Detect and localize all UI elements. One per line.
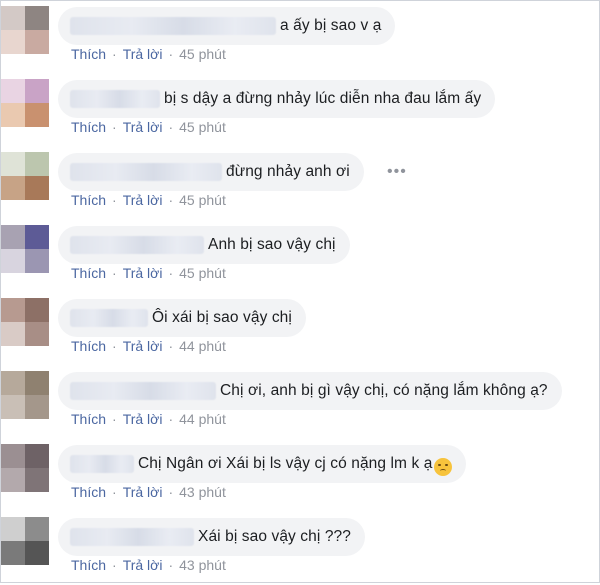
avatar[interactable] bbox=[1, 79, 49, 127]
timestamp[interactable]: 45 phút bbox=[179, 265, 226, 281]
reply-link[interactable]: Trả lời bbox=[123, 484, 163, 500]
comment-text: Xái bị sao vậy chị ??? bbox=[198, 528, 351, 545]
avatar[interactable] bbox=[1, 6, 49, 54]
reply-link[interactable]: Trả lời bbox=[123, 46, 163, 62]
reply-link[interactable]: Trả lời bbox=[123, 338, 163, 354]
comment-bubble: Ôi xái bị sao vậy chị bbox=[58, 299, 306, 337]
comment-actions: Thích · Trả lời · 45 phút bbox=[71, 46, 226, 62]
separator-dot: · bbox=[168, 484, 174, 500]
separator-dot: · bbox=[168, 338, 174, 354]
separator-dot: · bbox=[168, 192, 174, 208]
like-link[interactable]: Thích bbox=[71, 46, 106, 62]
avatar[interactable] bbox=[1, 517, 49, 565]
author-name-blurred[interactable] bbox=[70, 163, 222, 181]
timestamp[interactable]: 43 phút bbox=[179, 557, 226, 573]
like-link[interactable]: Thích bbox=[71, 484, 106, 500]
author-name-blurred[interactable] bbox=[70, 90, 160, 108]
author-name-blurred[interactable] bbox=[70, 236, 204, 254]
author-name-blurred[interactable] bbox=[70, 309, 148, 327]
author-name-blurred[interactable] bbox=[70, 455, 134, 473]
comment-bubble: a ấy bị sao v ạ bbox=[58, 7, 396, 45]
comment-text: Ôi xái bị sao vậy chị bbox=[152, 309, 292, 326]
comment-actions: Thích · Trả lời · 45 phút bbox=[71, 265, 226, 281]
separator-dot: · bbox=[168, 265, 174, 281]
reply-link[interactable]: Trả lời bbox=[123, 119, 163, 135]
comment-item: Chị Ngân ơi Xái bị ls vậy cj có nặng lm … bbox=[1, 439, 600, 512]
author-name-blurred[interactable] bbox=[70, 382, 216, 400]
comment-bubble: Anh bị sao vậy chị bbox=[58, 226, 350, 264]
comment-text: đừng nhảy anh ơi bbox=[226, 163, 350, 180]
reply-link[interactable]: Trả lời bbox=[123, 192, 163, 208]
separator-dot: · bbox=[168, 119, 174, 135]
like-link[interactable]: Thích bbox=[71, 338, 106, 354]
avatar[interactable] bbox=[1, 444, 49, 492]
comment-item: đừng nhảy anh ơi ••• Thích · Trả lời · 4… bbox=[1, 147, 600, 220]
timestamp[interactable]: 45 phút bbox=[179, 192, 226, 208]
reply-link[interactable]: Trả lời bbox=[123, 411, 163, 427]
comment-bubble: Chị ơi, anh bị gì vậy chị, có nặng lắm k… bbox=[58, 372, 562, 410]
comment-actions: Thích · Trả lời · 44 phút bbox=[71, 338, 226, 354]
comment-item: Xái bị sao vậy chị ??? Thích · Trả lời ·… bbox=[1, 512, 600, 585]
timestamp[interactable]: 45 phút bbox=[179, 119, 226, 135]
avatar[interactable] bbox=[1, 152, 49, 200]
comment-item: a ấy bị sao v ạ Thích · Trả lời · 45 phú… bbox=[1, 1, 600, 74]
reply-link[interactable]: Trả lời bbox=[123, 557, 163, 573]
comment-actions: Thích · Trả lời · 44 phút bbox=[71, 411, 226, 427]
comment-item: bị s dậy a đừng nhảy lúc diễn nha đau lắ… bbox=[1, 74, 600, 147]
like-link[interactable]: Thích bbox=[71, 265, 106, 281]
separator-dot: · bbox=[112, 192, 117, 208]
separator-dot: · bbox=[112, 411, 117, 427]
disappointed-face-emoji bbox=[434, 458, 453, 476]
comment-text: Chị ơi, anh bị gì vậy chị, có nặng lắm k… bbox=[220, 382, 548, 399]
separator-dot: · bbox=[168, 46, 174, 62]
separator-dot: · bbox=[168, 411, 174, 427]
timestamp[interactable]: 45 phút bbox=[179, 46, 226, 62]
separator-dot: · bbox=[112, 46, 117, 62]
avatar[interactable] bbox=[1, 371, 49, 419]
timestamp[interactable]: 44 phút bbox=[179, 338, 226, 354]
ellipsis-horizontal-icon[interactable]: ••• bbox=[387, 163, 407, 181]
like-link[interactable]: Thích bbox=[71, 411, 106, 427]
like-link[interactable]: Thích bbox=[71, 192, 106, 208]
comment-text: bị s dậy a đừng nhảy lúc diễn nha đau lắ… bbox=[164, 90, 482, 107]
timestamp[interactable]: 43 phút bbox=[179, 484, 226, 500]
comment-bubble: bị s dậy a đừng nhảy lúc diễn nha đau lắ… bbox=[58, 80, 496, 118]
separator-dot: · bbox=[112, 557, 117, 573]
separator-dot: · bbox=[112, 265, 117, 281]
timestamp[interactable]: 44 phút bbox=[179, 411, 226, 427]
separator-dot: · bbox=[112, 338, 117, 354]
comment-item: Chị ơi, anh bị gì vậy chị, có nặng lắm k… bbox=[1, 366, 600, 439]
separator-dot: · bbox=[112, 484, 117, 500]
comment-bubble: Chị Ngân ơi Xái bị ls vậy cj có nặng lm … bbox=[58, 445, 467, 483]
comment-actions: Thích · Trả lời · 43 phút bbox=[71, 557, 226, 573]
comment-actions: Thích · Trả lời · 43 phút bbox=[71, 484, 226, 500]
avatar[interactable] bbox=[1, 298, 49, 346]
separator-dot: · bbox=[112, 119, 117, 135]
comment-item: Ôi xái bị sao vậy chị Thích · Trả lời · … bbox=[1, 293, 600, 366]
comment-item: Anh bị sao vậy chị Thích · Trả lời · 45 … bbox=[1, 220, 600, 293]
separator-dot: · bbox=[168, 557, 174, 573]
comment-actions: Thích · Trả lời · 45 phút bbox=[71, 192, 226, 208]
reply-link[interactable]: Trả lời bbox=[123, 265, 163, 281]
comment-text: a ấy bị sao v ạ bbox=[280, 17, 382, 34]
avatar[interactable] bbox=[1, 225, 49, 273]
comment-text: Chị Ngân ơi Xái bị ls vậy cj có nặng lm … bbox=[138, 455, 433, 472]
comments-panel: a ấy bị sao v ạ Thích · Trả lời · 45 phú… bbox=[0, 0, 600, 583]
like-link[interactable]: Thích bbox=[71, 557, 106, 573]
author-name-blurred[interactable] bbox=[70, 528, 194, 546]
like-link[interactable]: Thích bbox=[71, 119, 106, 135]
comment-text: Anh bị sao vậy chị bbox=[208, 236, 336, 253]
author-name-blurred[interactable] bbox=[70, 17, 276, 35]
comment-bubble: Xái bị sao vậy chị ??? bbox=[58, 518, 365, 556]
comment-actions: Thích · Trả lời · 45 phút bbox=[71, 119, 226, 135]
comment-bubble: đừng nhảy anh ơi bbox=[58, 153, 364, 191]
